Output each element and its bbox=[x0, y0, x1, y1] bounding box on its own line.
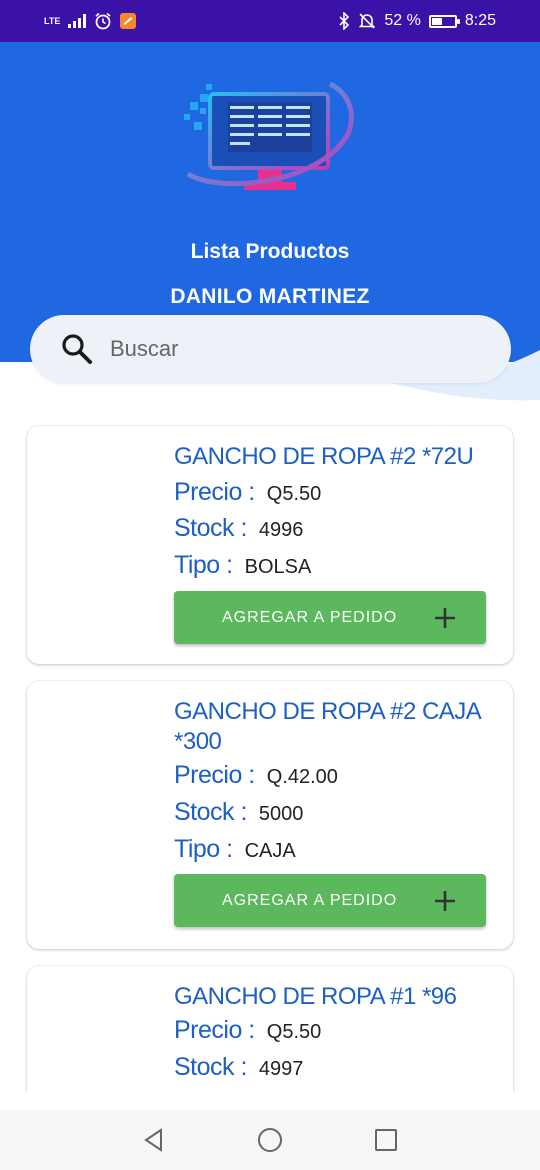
product-stock: Stock : 4997 bbox=[174, 1053, 303, 1082]
recents-icon[interactable] bbox=[373, 1127, 399, 1153]
product-name: GANCHO DE ROPA #2 *72U bbox=[174, 443, 474, 470]
system-nav-bar bbox=[0, 1110, 540, 1170]
search-bar[interactable] bbox=[30, 315, 511, 383]
clock: 8:25 bbox=[464, 12, 496, 29]
product-price: Precio : Q5.50 bbox=[174, 478, 321, 507]
stock-value: 4997 bbox=[258, 1058, 304, 1080]
product-price: Precio : Q.42.00 bbox=[174, 761, 338, 790]
alarm-icon bbox=[95, 12, 111, 30]
stock-label: Stock : bbox=[174, 514, 247, 542]
status-bar: LTE 52 % 8:25 bbox=[0, 0, 540, 42]
status-bar-left: LTE bbox=[44, 12, 137, 30]
type-value: BOLSA bbox=[244, 556, 312, 578]
product-card[interactable]: GANCHO DE ROPA #1 *96 Precio : Q5.50 Sto… bbox=[27, 966, 513, 1092]
status-bar-right: 52 % 8:25 bbox=[338, 12, 496, 30]
type-label: Tipo : bbox=[174, 835, 233, 863]
product-type: Tipo : CAJA bbox=[174, 835, 296, 864]
product-image bbox=[43, 442, 163, 562]
price-label: Precio : bbox=[174, 1016, 255, 1044]
price-label: Precio : bbox=[174, 761, 255, 789]
back-icon[interactable] bbox=[141, 1127, 167, 1153]
search-icon bbox=[62, 334, 92, 364]
home-icon[interactable] bbox=[257, 1127, 283, 1153]
add-to-order-label: AGREGAR A PEDIDO bbox=[222, 891, 398, 909]
product-price: Precio : Q5.50 bbox=[174, 1016, 321, 1045]
product-card[interactable]: GANCHO DE ROPA #2 *72U Precio : Q5.50 St… bbox=[27, 426, 513, 664]
product-stock: Stock : 5000 bbox=[174, 798, 303, 827]
add-to-order-button[interactable]: AGREGAR A PEDIDO bbox=[174, 591, 486, 644]
add-to-order-label: AGREGAR A PEDIDO bbox=[222, 608, 398, 626]
product-name: GANCHO DE ROPA #1 *96 bbox=[174, 983, 457, 1010]
user-name: DANILO MARTINEZ bbox=[170, 285, 370, 308]
type-label: Tipo : bbox=[174, 551, 233, 579]
signal-icon bbox=[68, 14, 87, 28]
plus-icon bbox=[435, 607, 455, 628]
price-value: Q5.50 bbox=[266, 483, 322, 505]
bluetooth-icon bbox=[339, 12, 350, 30]
search-input[interactable] bbox=[110, 336, 450, 362]
mute-icon bbox=[358, 13, 376, 29]
plus-icon bbox=[435, 890, 455, 911]
stock-label: Stock : bbox=[174, 798, 247, 826]
page-title: Lista Productos bbox=[190, 240, 350, 263]
app-screen: LTE 52 % 8:25 Lista Productos DANILO MAR… bbox=[0, 0, 540, 1170]
product-image bbox=[43, 697, 163, 817]
product-list[interactable]: GANCHO DE ROPA #2 *72U Precio : Q5.50 St… bbox=[0, 424, 540, 1092]
price-value: Q.42.00 bbox=[266, 766, 338, 788]
product-name: GANCHO DE ROPA #2 CAJA *300 bbox=[174, 698, 480, 755]
stock-value: 5000 bbox=[258, 803, 304, 825]
product-stock: Stock : 4996 bbox=[174, 514, 303, 543]
type-value: CAJA bbox=[244, 840, 296, 862]
battery-icon bbox=[428, 14, 460, 28]
product-image bbox=[43, 982, 163, 1092]
computer-binary-logo bbox=[184, 81, 354, 190]
product-card[interactable]: GANCHO DE ROPA #2 CAJA *300 Precio : Q.4… bbox=[27, 681, 513, 949]
app-notification-icon bbox=[120, 13, 137, 29]
price-label: Precio : bbox=[174, 478, 255, 506]
add-to-order-button[interactable]: AGREGAR A PEDIDO bbox=[174, 874, 486, 927]
battery-percent: 52 % bbox=[384, 12, 421, 29]
stock-label: Stock : bbox=[174, 1053, 247, 1081]
network-type: LTE bbox=[44, 15, 61, 26]
product-type: Tipo : BOLSA bbox=[174, 551, 311, 580]
stock-value: 4996 bbox=[258, 519, 304, 541]
price-value: Q5.50 bbox=[266, 1021, 322, 1043]
